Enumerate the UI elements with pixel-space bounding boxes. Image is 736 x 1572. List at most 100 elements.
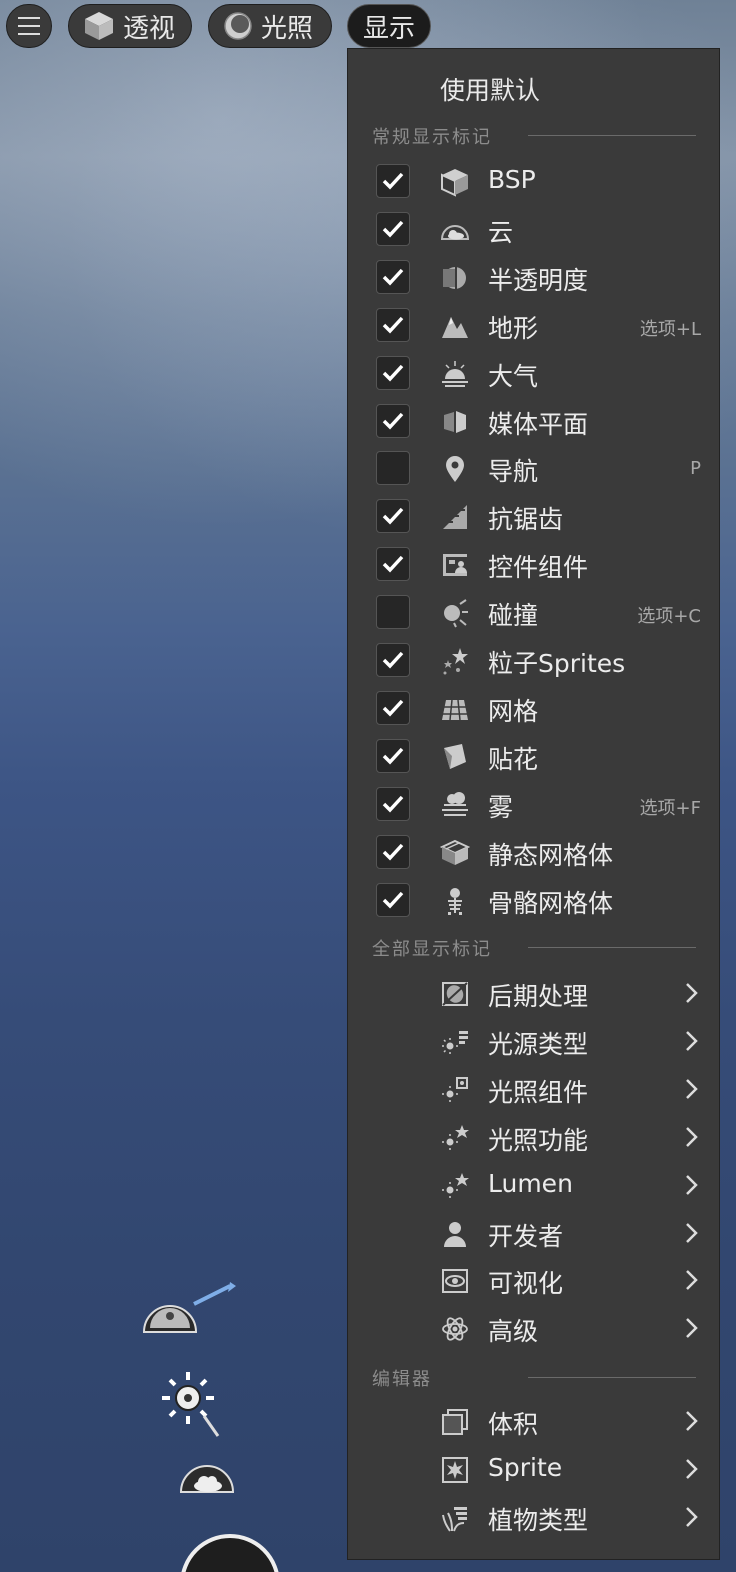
hamburger-icon bbox=[18, 17, 40, 35]
lighting-button[interactable]: 光照 bbox=[208, 4, 332, 48]
shortcut-label: 选项+F bbox=[639, 797, 701, 819]
checkmark-icon bbox=[382, 412, 404, 430]
checkbox-checked[interactable] bbox=[376, 834, 410, 869]
checkbox-unchecked[interactable] bbox=[376, 595, 410, 630]
submenu-item[interactable]: 后期处理 bbox=[348, 971, 719, 1017]
chevron-right-icon bbox=[685, 1316, 699, 1340]
section-divider bbox=[528, 1377, 696, 1378]
show-flag-item[interactable]: 粒子Sprites bbox=[348, 638, 719, 684]
show-button[interactable]: 显示 bbox=[347, 4, 431, 48]
checkbox-checked[interactable] bbox=[376, 738, 410, 773]
show-flag-label: 大气 bbox=[488, 361, 539, 391]
cloud-gizmo-icon[interactable] bbox=[178, 1460, 236, 1496]
checkbox-checked[interactable] bbox=[376, 355, 410, 390]
checkmark-icon bbox=[382, 556, 404, 573]
submenu-item[interactable]: 光照组件 bbox=[348, 1067, 719, 1113]
submenu-label: 体积 bbox=[488, 1410, 539, 1439]
submenu-item[interactable]: 光照功能 bbox=[348, 1115, 719, 1161]
section-common-show-flags: 常规显示标记 bbox=[372, 127, 492, 148]
submenu-item[interactable]: Lumen bbox=[348, 1163, 719, 1209]
cloud-icon bbox=[440, 215, 470, 245]
show-flag-label: 导航 bbox=[488, 457, 539, 487]
show-flag-label: 控件组件 bbox=[488, 553, 589, 583]
show-flag-item[interactable]: BSP bbox=[348, 159, 719, 205]
checkbox-checked[interactable] bbox=[376, 259, 410, 294]
checkbox-checked[interactable] bbox=[376, 786, 410, 821]
post-process-icon bbox=[440, 979, 470, 1009]
directional-light-gizmo-icon[interactable] bbox=[158, 1368, 224, 1442]
show-flag-item[interactable]: 抗锯齿 bbox=[348, 494, 719, 540]
checkbox-checked[interactable] bbox=[376, 643, 410, 677]
checkbox-checked[interactable] bbox=[376, 690, 410, 725]
show-flag-item[interactable]: 地形 选项+L bbox=[348, 303, 719, 349]
checkmark-icon bbox=[382, 699, 404, 717]
show-flag-label: 贴花 bbox=[488, 744, 539, 774]
lighting-components-icon bbox=[440, 1075, 470, 1105]
checkbox-checked[interactable] bbox=[376, 211, 410, 246]
show-flag-label: 媒体平面 bbox=[488, 409, 589, 439]
show-flag-item[interactable]: 网格 bbox=[348, 686, 719, 732]
fog-icon bbox=[440, 790, 470, 820]
translucency-icon bbox=[440, 263, 470, 293]
show-flag-item[interactable]: 大气 bbox=[348, 351, 719, 397]
checkmark-icon bbox=[382, 508, 404, 525]
submenu-label: 高级 bbox=[488, 1317, 539, 1347]
show-flag-item[interactable]: 控件组件 bbox=[348, 542, 719, 588]
show-flag-item[interactable]: 骨骼网格体 bbox=[348, 878, 719, 924]
cube-icon bbox=[85, 12, 113, 40]
submenu-item[interactable]: 高级 bbox=[348, 1306, 719, 1352]
checkmark-icon bbox=[382, 843, 404, 861]
submenu-label: 可视化 bbox=[488, 1269, 564, 1299]
hamburger-menu-button[interactable] bbox=[6, 4, 52, 48]
show-flag-item[interactable]: 雾 选项+F bbox=[348, 782, 719, 828]
section-divider bbox=[528, 947, 696, 948]
atmosphere-icon bbox=[440, 359, 470, 389]
bsp-cube-icon bbox=[440, 167, 470, 197]
submenu-item[interactable]: Sprite bbox=[348, 1447, 719, 1493]
light-types-icon bbox=[440, 1027, 470, 1057]
submenu-item[interactable]: 体积 bbox=[348, 1399, 719, 1445]
show-flag-label: 半透明度 bbox=[488, 265, 589, 295]
use-default-item[interactable]: 使用默认 bbox=[440, 71, 540, 107]
show-flag-item[interactable]: 导航 P bbox=[348, 446, 719, 492]
shortcut-label: 选项+C bbox=[637, 606, 701, 628]
show-flag-label: 网格 bbox=[488, 696, 539, 726]
widget-component-icon bbox=[440, 550, 470, 580]
checkmark-icon bbox=[382, 651, 404, 669]
checkbox-checked[interactable] bbox=[376, 403, 410, 438]
perspective-button[interactable]: 透视 bbox=[68, 4, 192, 48]
lighting-features-icon bbox=[440, 1123, 470, 1153]
section-editor: 编辑器 bbox=[372, 1369, 432, 1390]
lit-sphere-icon bbox=[224, 12, 252, 40]
show-flag-item[interactable]: 贴花 bbox=[348, 734, 719, 780]
checkmark-icon bbox=[382, 220, 404, 238]
sphere-reflection-gizmo-icon[interactable] bbox=[180, 1534, 280, 1572]
checkbox-checked[interactable] bbox=[376, 882, 410, 917]
show-flag-label: 抗锯齿 bbox=[488, 505, 564, 535]
show-flag-label: 静态网格体 bbox=[488, 840, 614, 870]
section-all-show-flags: 全部显示标记 bbox=[372, 939, 492, 960]
sky-atmosphere-gizmo-icon[interactable] bbox=[138, 1280, 238, 1340]
checkbox-checked[interactable] bbox=[376, 499, 410, 534]
show-label: 显示 bbox=[362, 13, 415, 44]
checkbox-checked[interactable] bbox=[376, 307, 410, 342]
show-flag-item[interactable]: 半透明度 bbox=[348, 255, 719, 301]
show-flag-item[interactable]: 媒体平面 bbox=[348, 399, 719, 445]
submenu-item[interactable]: 光源类型 bbox=[348, 1019, 719, 1065]
checkbox-checked[interactable] bbox=[376, 164, 410, 198]
show-flag-item[interactable]: 云 bbox=[348, 207, 719, 253]
checkbox-checked[interactable] bbox=[376, 547, 410, 582]
show-flag-label: 云 bbox=[488, 217, 514, 247]
decal-icon bbox=[440, 742, 470, 772]
foliage-types-icon bbox=[440, 1503, 470, 1533]
static-mesh-icon bbox=[439, 838, 471, 868]
perspective-label: 透视 bbox=[123, 13, 176, 44]
submenu-item[interactable]: 开发者 bbox=[348, 1211, 719, 1257]
submenu-item[interactable]: 植物类型 bbox=[348, 1495, 719, 1541]
submenu-label: 光照功能 bbox=[488, 1125, 589, 1155]
show-flag-item[interactable]: 静态网格体 bbox=[348, 830, 719, 876]
checkmark-icon bbox=[382, 795, 404, 813]
checkbox-unchecked[interactable] bbox=[376, 451, 410, 486]
show-flag-item[interactable]: 碰撞 选项+C bbox=[348, 590, 719, 636]
submenu-item[interactable]: 可视化 bbox=[348, 1258, 719, 1304]
